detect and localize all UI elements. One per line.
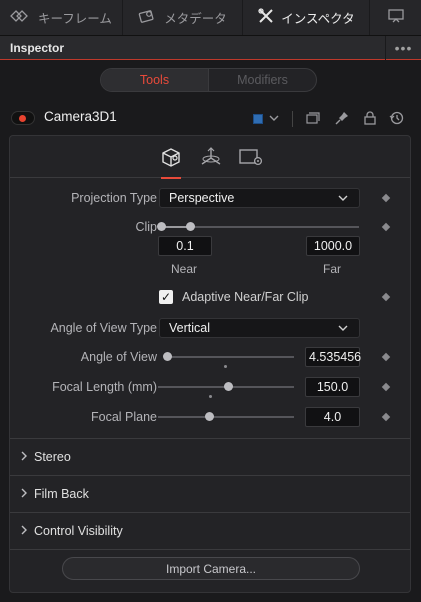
tab-inspector-label: インスペクタ [281,12,355,26]
keyframe-diamond[interactable] [381,193,391,203]
reset-icon[interactable] [389,110,405,129]
section-label: Film Back [34,487,89,501]
node-header: Camera3D1 [0,104,421,132]
aov-type-value: Vertical [169,321,210,335]
focal-plane-slider[interactable] [158,416,294,418]
focal-length-label: Focal Length (mm) [52,380,157,394]
aov-type-dropdown[interactable]: Vertical [159,318,360,338]
transform-tab[interactable] [197,144,225,172]
keyframe-icon [10,10,32,25]
clip-far-input[interactable]: 1000.0 [306,236,360,256]
modifiers-tab[interactable]: Modifiers [209,69,316,91]
camera-icon [159,147,183,170]
focal-length-default-marker [209,395,212,398]
tab-metadata[interactable]: メタデータ [123,0,243,35]
aov-default-marker [224,365,227,368]
tab-keyframes-label: キーフレーム [38,12,112,26]
node-name: Camera3D1 [44,109,117,124]
inspector-icon [257,8,275,27]
keyframe-diamond[interactable] [381,412,391,422]
focal-plane-input[interactable]: 4.0 [305,407,360,427]
metadata-icon [138,9,158,26]
settings-tab[interactable] [237,144,265,172]
divider [292,111,293,127]
chevron-right-icon [20,487,34,501]
section-label: Stereo [34,450,71,464]
tab-inspector[interactable]: インスペクタ [243,0,370,35]
node-enable-toggle[interactable] [11,111,35,125]
adaptive-label: Adaptive Near/Far Clip [182,290,309,304]
monitor-icon [387,8,405,27]
transform-axis-icon [199,146,223,171]
chevron-down-icon [337,319,349,344]
import-camera-button[interactable]: Import Camera... [62,557,360,580]
chevron-right-icon [20,450,34,464]
keyframe-diamond[interactable] [381,352,391,362]
tab-monitor[interactable] [370,0,421,35]
focal-length-input[interactable]: 150.0 [305,377,360,397]
keyframe-diamond[interactable] [381,292,391,302]
clip-near-handle[interactable] [157,222,166,231]
section-stereo[interactable]: Stereo [10,438,410,475]
focal-plane-label: Focal Plane [90,410,157,424]
control-subtabs [10,136,410,179]
focal-plane-slider-handle[interactable] [205,412,214,421]
camera-controls-panel: Projection Type Perspective Clip 0.1 100… [9,135,411,593]
projection-type-label: Projection Type [71,191,157,205]
controls-tab[interactable] [157,144,185,179]
panel-title: Inspector [10,40,65,55]
keyframe-diamond[interactable] [381,382,391,392]
versions-icon[interactable] [305,110,321,129]
far-label: Far [323,262,341,276]
more-options-icon[interactable]: ••• [385,35,421,60]
divider [10,549,410,550]
aov-type-label: Angle of View Type [50,321,157,335]
clip-label: Clip [135,220,157,234]
keyframe-diamond[interactable] [381,222,391,232]
adaptive-checkbox[interactable]: ✓ [159,290,173,304]
pin-icon[interactable] [334,110,350,129]
node-tools [250,110,415,128]
aov-input[interactable]: 4.535456 [305,347,361,367]
tools-tab[interactable]: Tools [101,69,209,91]
focal-length-slider-handle[interactable] [224,382,233,391]
inspector-header: Inspector ••• [0,35,421,60]
lock-icon[interactable] [362,110,378,129]
section-control-visibility[interactable]: Control Visibility [10,512,410,549]
aov-label: Angle of View [80,350,157,364]
clip-far-handle[interactable] [186,222,195,231]
top-tab-bar: キーフレーム メタデータ インスペクタ [0,0,421,36]
projection-type-dropdown[interactable]: Perspective [159,188,360,208]
projection-type-value: Perspective [169,191,235,205]
tab-keyframes[interactable]: キーフレーム [0,0,123,35]
chevron-down-icon[interactable] [268,110,280,129]
aov-slider-handle[interactable] [163,352,172,361]
near-label: Near [171,262,198,276]
section-label: Control Visibility [34,524,123,538]
clip-near-input[interactable]: 0.1 [158,236,212,256]
chevron-right-icon [20,524,34,538]
tab-metadata-label: メタデータ [164,12,227,26]
tools-modifiers-toggle: Tools Modifiers [100,68,317,92]
toggle-knob [19,115,26,122]
aov-slider[interactable] [168,356,294,358]
node-color-swatch[interactable] [253,114,263,124]
chevron-down-icon [337,189,349,214]
settings-gear-icon [238,147,264,170]
section-film-back[interactable]: Film Back [10,475,410,512]
